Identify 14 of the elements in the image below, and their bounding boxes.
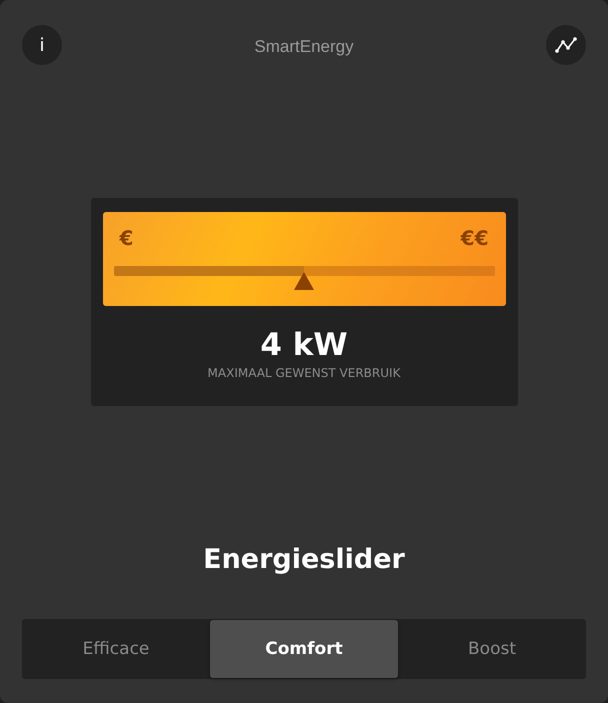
mode-tab[interactable]: Efficace	[22, 620, 210, 678]
low-cost-label: €	[120, 226, 134, 250]
high-cost-label: €€	[460, 226, 488, 250]
slider-thumb[interactable]	[293, 271, 315, 291]
mode-tab[interactable]: Boost	[398, 620, 586, 678]
line-chart-icon	[554, 37, 577, 53]
chart-button[interactable]	[546, 25, 586, 65]
slider-track[interactable]	[114, 266, 494, 276]
power-caption: MAXIMAAL GEWENST VERBRUIK	[208, 366, 400, 380]
app-title: SmartEnergy	[254, 37, 354, 57]
section-heading: Energieslider	[202, 543, 406, 578]
mode-tab[interactable]: Comfort	[210, 620, 398, 678]
power-value: 4 kW	[260, 326, 348, 364]
info-button[interactable]: i	[22, 25, 62, 65]
